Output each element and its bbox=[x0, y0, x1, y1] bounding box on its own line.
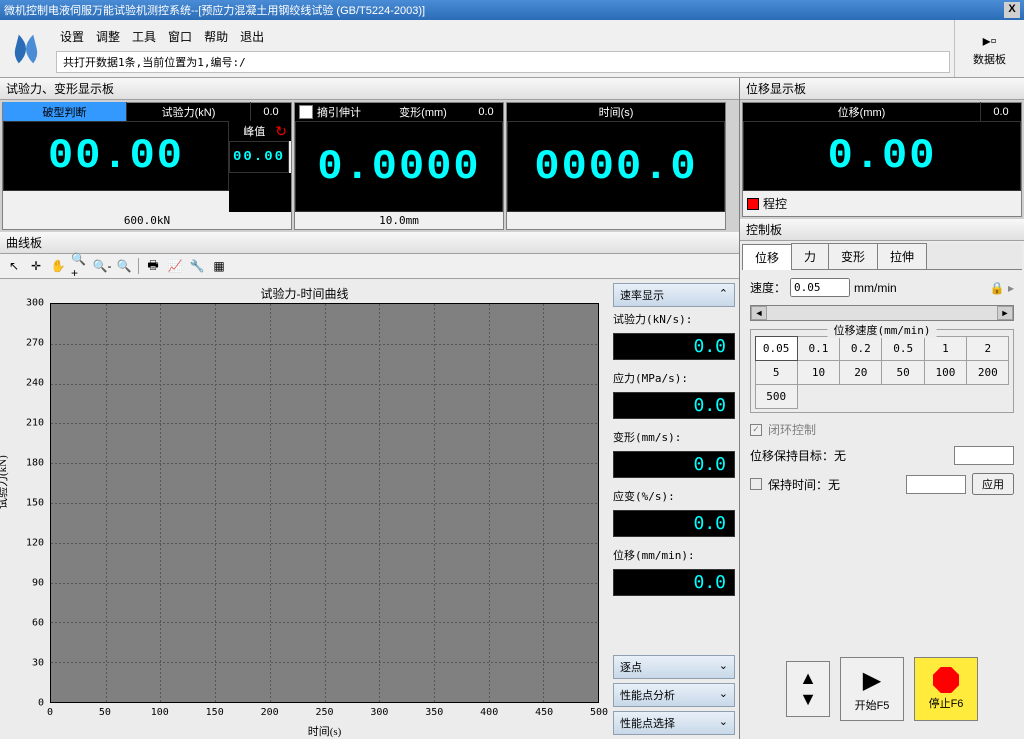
data-panel-button[interactable]: ▸▫ 数据板 bbox=[954, 20, 1024, 77]
speed-preset-5[interactable]: 5 bbox=[755, 360, 798, 385]
chart: 试验力-时间曲线 试验力(kN) 03060901201501802102402… bbox=[0, 279, 609, 739]
record-status: 共打开数据1条,当前位置为1,编号:/ bbox=[56, 51, 950, 73]
apply-button[interactable]: 应用 bbox=[972, 473, 1014, 495]
speed-preset-0.2[interactable]: 0.2 bbox=[839, 336, 882, 361]
status-indicator-icon bbox=[747, 198, 759, 210]
select-section-header[interactable]: 性能点选择⌄ bbox=[613, 711, 735, 735]
grid-icon[interactable]: ▦ bbox=[209, 256, 229, 276]
curve-toolbar: ↖ ✛ ✋ 🔍+ 🔍- 🔍 🖶 📈 🔧 ▦ bbox=[0, 254, 739, 279]
stop-button[interactable]: 停止F6 bbox=[914, 657, 978, 721]
speed-preset-10[interactable]: 10 bbox=[797, 360, 840, 385]
force-value: 00.00 bbox=[3, 121, 229, 191]
lock-icon[interactable]: 🔒 ▸ bbox=[990, 281, 1014, 295]
zoom-fit-icon[interactable]: 🔍 bbox=[114, 256, 134, 276]
speed-input[interactable] bbox=[790, 278, 850, 297]
speed-preset-1[interactable]: 1 bbox=[924, 336, 967, 361]
target-input[interactable] bbox=[954, 446, 1014, 465]
analysis-section-header[interactable]: 性能点分析⌄ bbox=[613, 683, 735, 707]
time-display: 时间(s) 0000.0 bbox=[506, 102, 726, 230]
tab-tension[interactable]: 拉伸 bbox=[877, 243, 927, 269]
data-panel-icon: ▸▫ bbox=[983, 31, 997, 51]
app-logo bbox=[4, 27, 48, 71]
speed-preset-20[interactable]: 20 bbox=[839, 360, 882, 385]
print-icon[interactable]: 🖶 bbox=[143, 256, 163, 276]
strain-rate: 0.0 bbox=[613, 510, 735, 537]
fracture-judge-label: 破型判断 bbox=[3, 102, 127, 122]
pan-icon[interactable]: ✋ bbox=[48, 256, 68, 276]
expand-icon: ⌄ bbox=[719, 715, 728, 731]
menu-tools[interactable]: 工具 bbox=[128, 26, 160, 47]
time-value: 0000.0 bbox=[507, 121, 725, 212]
chart-type-icon[interactable]: 📈 bbox=[165, 256, 185, 276]
collapse-icon: ⌃ bbox=[719, 287, 728, 303]
expand-icon: ⌄ bbox=[719, 687, 728, 703]
speed-slider[interactable]: ◄ ► bbox=[750, 305, 1014, 321]
force-deform-panel-title: 试验力、变形显示板 bbox=[0, 78, 739, 100]
disp-rate: 0.0 bbox=[613, 569, 735, 596]
control-panel-title: 控制板 bbox=[740, 219, 1024, 241]
force-rate: 0.0 bbox=[613, 333, 735, 360]
hold-input[interactable] bbox=[906, 475, 966, 494]
curve-panel-title: 曲线板 bbox=[0, 232, 739, 254]
expand-icon: ⌄ bbox=[719, 659, 728, 675]
stress-rate: 0.0 bbox=[613, 392, 735, 419]
start-button[interactable]: ▶ 开始F5 bbox=[840, 657, 904, 721]
hold-checkbox[interactable] bbox=[750, 478, 762, 490]
speed-preset-50[interactable]: 50 bbox=[881, 360, 924, 385]
menu-settings[interactable]: 设置 bbox=[56, 26, 88, 47]
menu-exit[interactable]: 退出 bbox=[236, 26, 268, 47]
disp-panel-title: 位移显示板 bbox=[740, 78, 1024, 100]
menubar: 设置 调整 工具 窗口 帮助 退出 bbox=[52, 24, 954, 49]
refresh-icon[interactable]: ↻ bbox=[271, 123, 291, 140]
force-display: 破型判断 试验力(kN) 0.0 00.00 峰值 ↻ 00.00 bbox=[2, 102, 292, 230]
deform-value: 0.0000 bbox=[295, 121, 503, 212]
displacement-display: 位移(mm) 0.0 0.00 程控 bbox=[742, 102, 1022, 217]
pointer-icon[interactable]: ↖ bbox=[4, 256, 24, 276]
speed-preset-200[interactable]: 200 bbox=[966, 360, 1009, 385]
menu-adjust[interactable]: 调整 bbox=[92, 26, 124, 47]
slider-left-icon[interactable]: ◄ bbox=[751, 306, 767, 320]
tab-displacement[interactable]: 位移 bbox=[742, 244, 792, 270]
peak-value: 00.00 bbox=[229, 141, 289, 173]
slider-right-icon[interactable]: ► bbox=[997, 306, 1013, 320]
window-title: 微机控制电液伺服万能试验机测控系统--[预应力混凝土用钢绞线试验 (GB/T52… bbox=[4, 2, 1004, 18]
points-section-header[interactable]: 逐点⌄ bbox=[613, 655, 735, 679]
crosshair-icon[interactable]: ✛ bbox=[26, 256, 46, 276]
speed-preset-0.05[interactable]: 0.05 bbox=[755, 336, 798, 361]
jog-button[interactable]: ▲ ▼ bbox=[786, 661, 830, 717]
extensometer-checkbox[interactable] bbox=[299, 105, 313, 119]
tab-deform[interactable]: 变形 bbox=[828, 243, 878, 269]
displacement-value: 0.00 bbox=[743, 121, 1021, 191]
rate-section-header[interactable]: 速率显示⌃ bbox=[613, 283, 735, 307]
tab-force[interactable]: 力 bbox=[791, 243, 829, 269]
speed-preset-0.5[interactable]: 0.5 bbox=[881, 336, 924, 361]
zoom-out-icon[interactable]: 🔍- bbox=[92, 256, 112, 276]
play-icon: ▶ bbox=[863, 666, 881, 695]
speed-preset-0.1[interactable]: 0.1 bbox=[797, 336, 840, 361]
close-icon[interactable]: X bbox=[1004, 2, 1020, 18]
deform-display: 摘引伸计 变形(mm) 0.0 0.0000 10.0mm bbox=[294, 102, 504, 230]
menu-help[interactable]: 帮助 bbox=[200, 26, 232, 47]
speed-preset-500[interactable]: 500 bbox=[755, 384, 798, 409]
tool-icon[interactable]: 🔧 bbox=[187, 256, 207, 276]
deform-rate: 0.0 bbox=[613, 451, 735, 478]
zoom-in-icon[interactable]: 🔍+ bbox=[70, 256, 90, 276]
closed-loop-checkbox[interactable]: ✓ bbox=[750, 424, 762, 436]
down-arrow-icon: ▼ bbox=[799, 689, 817, 710]
speed-preset-2[interactable]: 2 bbox=[966, 336, 1009, 361]
speed-preset-100[interactable]: 100 bbox=[924, 360, 967, 385]
stop-icon bbox=[933, 667, 959, 693]
up-arrow-icon: ▲ bbox=[799, 668, 817, 689]
menu-window[interactable]: 窗口 bbox=[164, 26, 196, 47]
